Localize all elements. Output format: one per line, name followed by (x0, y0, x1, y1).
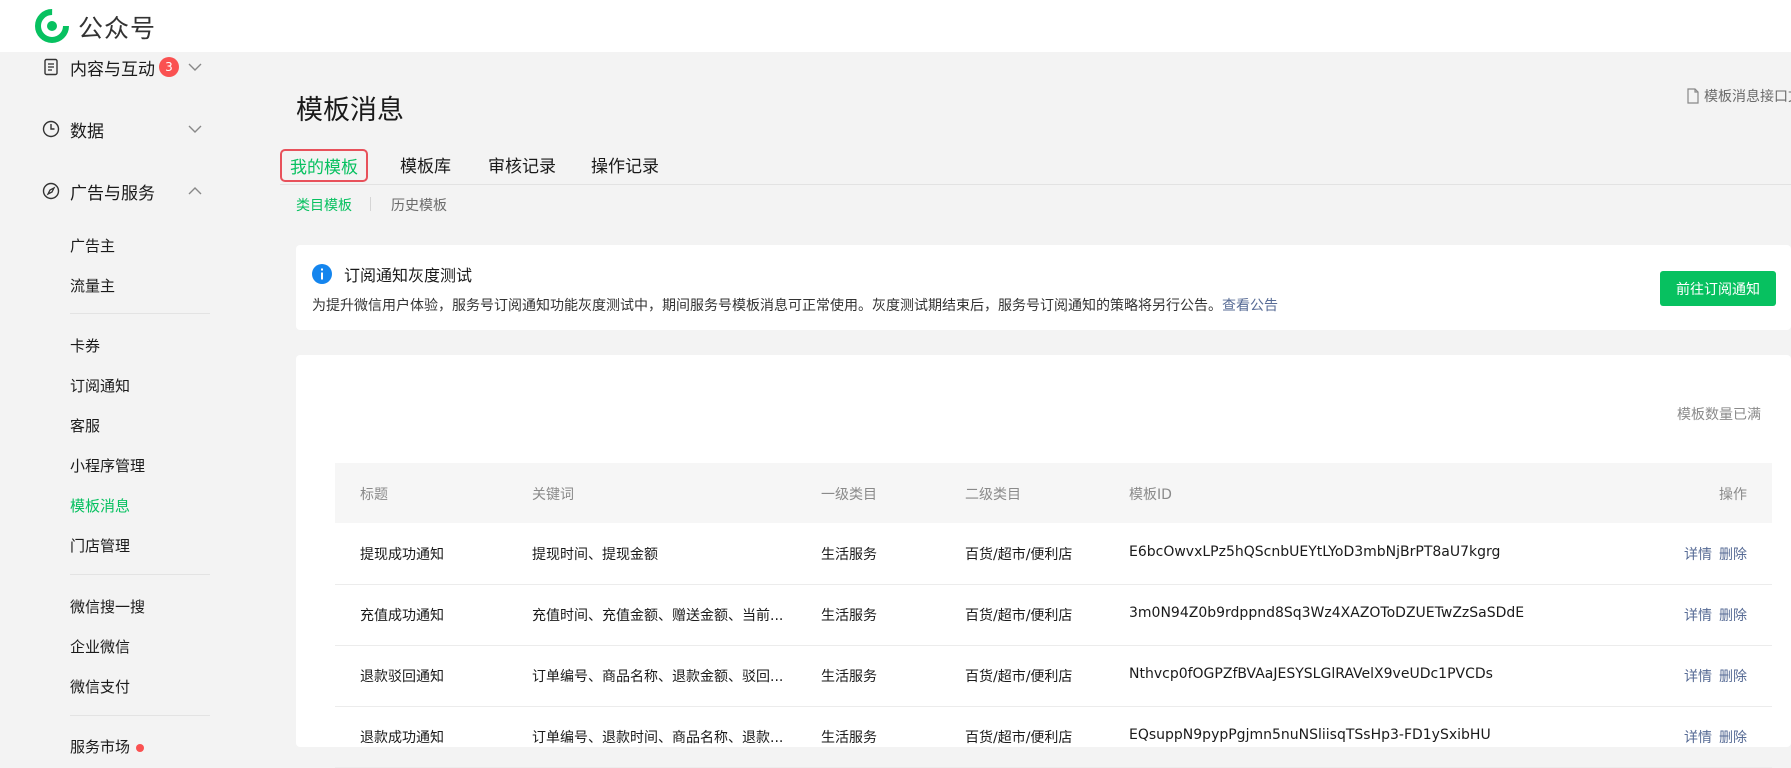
row-actions: 详情 删除 (1684, 727, 1754, 747)
chevron-up-icon[interactable] (188, 186, 202, 196)
column-header-actions: 操作 (1719, 487, 1747, 503)
table-row: 退款驳回通知 订单编号、商品名称、退款金额、驳回... 生活服务 百货/超市/便… (335, 645, 1772, 707)
sidebar-group-label: 广告与服务 (70, 183, 155, 204)
cell-category2: 百货/超市/便利店 (965, 730, 1073, 746)
sidebar-item-store[interactable]: 门店管理 (70, 535, 130, 556)
sidebar-group-data[interactable]: 数据 (42, 116, 104, 142)
sidebar-group-ads[interactable]: 广告与服务 (42, 178, 155, 204)
chevron-down-icon[interactable] (188, 62, 202, 72)
tab-my-templates[interactable]: 我的模板 (280, 149, 368, 182)
sidebar-item-search[interactable]: 微信搜一搜 (70, 596, 145, 617)
wechat-mp-logo-icon (35, 9, 69, 43)
sidebar-item-coupons[interactable]: 卡券 (70, 335, 100, 356)
sidebar-item-wechat-pay[interactable]: 微信支付 (70, 676, 130, 697)
column-header-category1: 一级类目 (821, 487, 877, 503)
notification-badge: 3 (159, 57, 179, 77)
detail-link[interactable]: 详情 (1684, 547, 1712, 563)
brand-name: 公众号 (78, 14, 157, 43)
cell-template-id: 3m0N94Z0b9rdppnd8Sq3Wz4XAZOToDZUETwZzSaS… (1129, 605, 1525, 621)
sidebar-divider (70, 715, 210, 716)
sidebar: 内容与互动 3 数据 广告与服务 广告主 流量主 卡券 订阅通知 客服 小程序管… (0, 52, 236, 756)
doc-link-label: 模板消息接口文 (1704, 89, 1791, 105)
cell-category1: 生活服务 (821, 547, 877, 563)
sidebar-item-advertiser[interactable]: 广告主 (70, 235, 115, 256)
table-row: 退款成功通知 订单编号、退款时间、商品名称、退款... 生活服务 百货/超市/便… (335, 706, 1772, 768)
sidebar-item-work-wechat[interactable]: 企业微信 (70, 636, 130, 657)
detail-link[interactable]: 详情 (1684, 608, 1712, 624)
subtab-separator (370, 197, 371, 211)
notice-text: 为提升微信用户体验，服务号订阅通知功能灰度测试中，期间服务号模板消息可正常使用。… (312, 295, 1278, 315)
subtab-category-templates[interactable]: 类目模板 (296, 195, 352, 215)
notice-card: 订阅通知灰度测试 为提升微信用户体验，服务号订阅通知功能灰度测试中，期间服务号模… (296, 245, 1791, 330)
info-icon (312, 264, 332, 284)
cell-template-id: E6bcOwvxLPz5hQScnbUEYtLYoD3mbNjBrPT8aU7k… (1129, 544, 1501, 560)
row-actions: 详情 删除 (1684, 666, 1754, 686)
column-header-keywords: 关键词 (532, 487, 574, 503)
table-row: 提现成功通知 提现时间、提现金额 生活服务 百货/超市/便利店 E6bcOwvx… (335, 523, 1772, 585)
cell-template-id: EQsuppN9pypPgjmn5nuNSliisqTSsHp3-FD1ySxi… (1129, 727, 1491, 743)
sidebar-item-template-message[interactable]: 模板消息 (70, 495, 130, 516)
detail-link[interactable]: 详情 (1684, 730, 1712, 746)
table-row: 充值成功通知 充值时间、充值金额、赠送金额、当前... 生活服务 百货/超市/便… (335, 584, 1772, 646)
tab-operation-records[interactable]: 操作记录 (591, 152, 659, 177)
row-actions: 详情 删除 (1684, 605, 1754, 625)
doc-link[interactable]: 模板消息接口文 (1686, 86, 1791, 106)
subtab-history-templates[interactable]: 历史模板 (391, 195, 447, 215)
cell-title: 提现成功通知 (360, 547, 444, 563)
column-header-category2: 二级类目 (965, 487, 1021, 503)
page-title: 模板消息 (296, 95, 404, 126)
detail-link[interactable]: 详情 (1684, 669, 1712, 685)
cell-template-id: Nthvcp0fOGPZfBVAaJESYSLGlRAVelX9veUDc1PV… (1129, 666, 1493, 682)
cell-title: 退款驳回通知 (360, 669, 444, 685)
delete-link[interactable]: 删除 (1719, 669, 1747, 685)
sidebar-divider (70, 313, 210, 314)
templates-panel: 模板数量已满 标题 关键词 一级类目 二级类目 模板ID 操作 提现成功通知 提… (296, 355, 1791, 768)
cell-keywords: 提现时间、提现金额 (532, 547, 658, 563)
sidebar-group-content[interactable]: 内容与互动 3 (42, 54, 179, 80)
cell-category2: 百货/超市/便利店 (965, 669, 1073, 685)
column-header-template-id: 模板ID (1129, 487, 1172, 503)
sidebar-item-publisher[interactable]: 流量主 (70, 275, 115, 296)
view-announcement-link[interactable]: 查看公告 (1222, 298, 1278, 314)
notice-body: 为提升微信用户体验，服务号订阅通知功能灰度测试中，期间服务号模板消息可正常使用。… (312, 298, 1222, 314)
row-actions: 详情 删除 (1684, 544, 1754, 564)
cell-title: 充值成功通知 (360, 608, 444, 624)
document-icon (44, 58, 58, 76)
sidebar-group-label: 数据 (70, 121, 104, 142)
delete-link[interactable]: 删除 (1719, 730, 1747, 746)
clock-icon (42, 120, 60, 138)
delete-link[interactable]: 删除 (1719, 608, 1747, 624)
tabs-divider (280, 184, 1791, 185)
goto-subscription-button[interactable]: 前往订阅通知 (1660, 271, 1776, 306)
cell-category1: 生活服务 (821, 730, 877, 746)
cell-category1: 生活服务 (821, 608, 877, 624)
sidebar-divider (70, 574, 210, 575)
cell-keywords: 充值时间、充值金额、赠送金额、当前... (532, 608, 784, 624)
tab-review-records[interactable]: 审核记录 (488, 152, 556, 177)
sidebar-item-miniprogram[interactable]: 小程序管理 (70, 455, 145, 476)
cell-category1: 生活服务 (821, 669, 877, 685)
table-header: 标题 关键词 一级类目 二级类目 模板ID 操作 (335, 463, 1772, 523)
cell-category2: 百货/超市/便利店 (965, 608, 1073, 624)
cell-keywords: 订单编号、退款时间、商品名称、退款... (532, 730, 784, 746)
sidebar-item-label: 服务市场 (70, 738, 131, 756)
cell-title: 退款成功通知 (360, 730, 444, 746)
delete-link[interactable]: 删除 (1719, 547, 1747, 563)
chevron-down-icon[interactable] (188, 124, 202, 134)
compass-icon (42, 182, 60, 200)
column-header-title: 标题 (360, 487, 388, 503)
file-icon (1687, 88, 1699, 104)
red-dot-badge (136, 743, 145, 752)
cell-category2: 百货/超市/便利店 (965, 547, 1073, 563)
cell-keywords: 订单编号、商品名称、退款金额、驳回... (532, 669, 784, 685)
top-bar: 公众号 (0, 0, 1791, 52)
sidebar-group-label: 内容与互动 (70, 59, 155, 80)
tab-template-library[interactable]: 模板库 (400, 152, 451, 177)
template-count-note: 模板数量已满 (1677, 407, 1761, 423)
notice-title: 订阅通知灰度测试 (344, 266, 473, 285)
sidebar-item-subscription[interactable]: 订阅通知 (70, 375, 130, 396)
sidebar-item-customer-service[interactable]: 客服 (70, 415, 100, 436)
